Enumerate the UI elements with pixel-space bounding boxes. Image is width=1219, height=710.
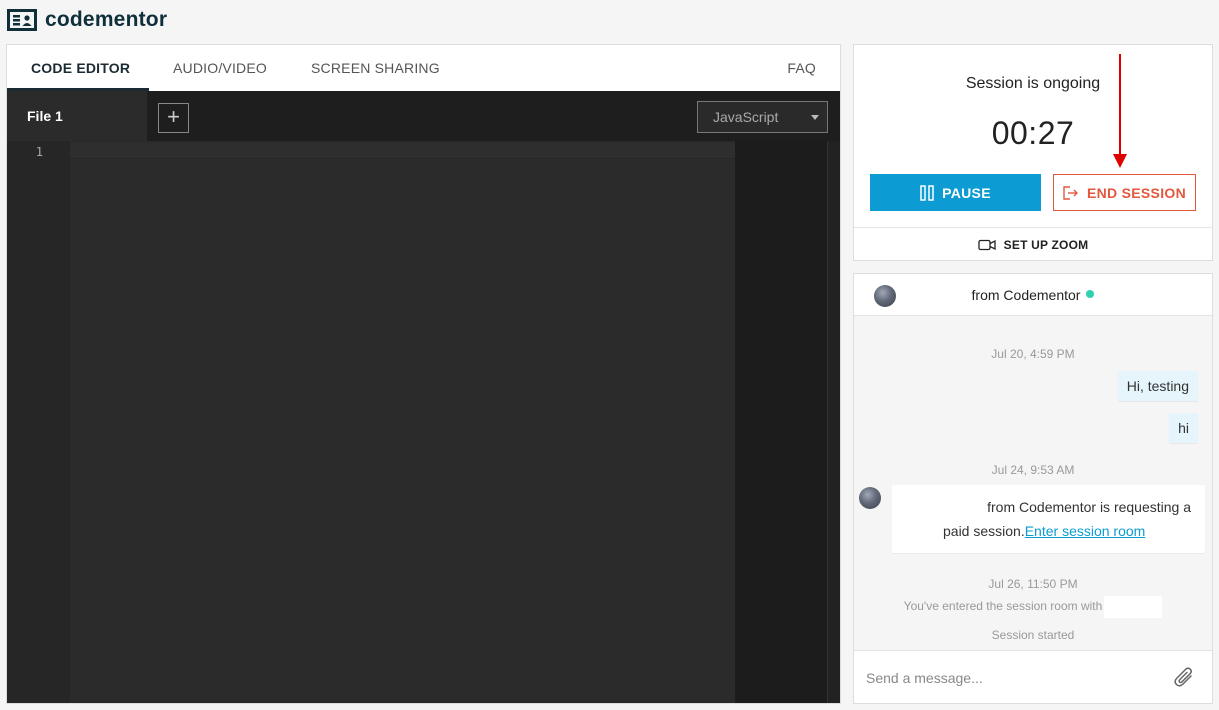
video-camera-icon	[978, 239, 996, 250]
file-tab[interactable]: File 1	[7, 91, 147, 141]
outgoing-message: hi	[1169, 413, 1198, 443]
editor-margin	[735, 141, 827, 703]
message-input[interactable]	[866, 665, 1156, 691]
tab-audio-video[interactable]: AUDIO/VIDEO	[173, 45, 267, 91]
setup-zoom-button[interactable]: SET UP ZOOM	[854, 227, 1212, 261]
editor-toolbar: File 1 + JavaScript	[7, 91, 840, 141]
tab-bar: CODE EDITOR AUDIO/VIDEO SCREEN SHARING F…	[7, 45, 840, 91]
chat-header: from Codementor	[854, 274, 1212, 316]
incoming-message: from Codementor is requesting a paid ses…	[892, 485, 1205, 553]
pause-label: PAUSE	[942, 184, 991, 201]
avatar[interactable]	[859, 487, 881, 509]
annotation-arrow-icon	[1113, 54, 1127, 168]
redacted-name	[1104, 596, 1163, 618]
add-file-button[interactable]: +	[158, 103, 189, 133]
tab-code-editor[interactable]: CODE EDITOR	[31, 45, 130, 91]
request-text: from Codementor is requesting a	[987, 499, 1191, 515]
system-message: Session started	[991, 628, 1075, 642]
system-message: You've entered the session room with	[854, 596, 1212, 618]
end-session-button[interactable]: END SESSION	[1053, 174, 1196, 211]
code-editor: 1	[7, 141, 840, 703]
message-timestamp: Jul 26, 11:50 PM	[988, 577, 1078, 591]
online-status-icon	[1086, 290, 1095, 299]
end-session-label: END SESSION	[1087, 184, 1186, 201]
message-timestamp: Jul 20, 4:59 PM	[991, 347, 1075, 361]
language-select[interactable]: JavaScript	[697, 101, 828, 133]
code-input-area[interactable]	[70, 141, 735, 703]
paperclip-icon[interactable]	[1172, 665, 1196, 689]
pause-button[interactable]: PAUSE	[870, 174, 1041, 211]
session-timer: 00:27	[991, 115, 1075, 151]
pause-icon	[920, 184, 934, 201]
tab-screen-sharing[interactable]: SCREEN SHARING	[311, 45, 440, 91]
tab-faq[interactable]: FAQ	[787, 45, 816, 91]
chat-title-text: from Codementor	[971, 287, 1081, 303]
request-text-2: paid session.	[943, 523, 1025, 539]
chat-panel: from Codementor Jul 20, 4:59 PM Hi, test…	[853, 273, 1213, 704]
app-header: codementor	[0, 0, 1219, 40]
line-gutter: 1	[7, 141, 70, 703]
chat-messages[interactable]: Jul 20, 4:59 PM Hi, testing hi Jul 24, 9…	[854, 316, 1212, 650]
brand-name: codementor	[45, 8, 168, 31]
outgoing-message: Hi, testing	[1117, 371, 1198, 401]
session-status: Session is ongoing	[965, 75, 1101, 92]
setup-zoom-label: SET UP ZOOM	[1003, 237, 1089, 252]
language-select-value: JavaScript	[713, 109, 779, 125]
editor-panel: CODE EDITOR AUDIO/VIDEO SCREEN SHARING F…	[6, 44, 841, 704]
logo[interactable]: codementor	[7, 8, 167, 32]
message-timestamp: Jul 24, 9:53 AM	[991, 463, 1075, 477]
exit-icon	[1063, 185, 1078, 200]
editor-scrollbar[interactable]	[827, 141, 840, 703]
session-card: Session is ongoing 00:27 PAUSE END SESSI…	[853, 44, 1213, 261]
chat-title: from Codementor	[854, 287, 1212, 303]
chat-composer	[854, 650, 1212, 703]
active-line-highlight	[70, 143, 735, 159]
caret-down-icon	[811, 115, 819, 120]
enter-session-room-link[interactable]: Enter session room	[1025, 523, 1146, 539]
system-entered-text: You've entered the session room with	[903, 599, 1103, 614]
logo-icon	[7, 9, 37, 31]
line-number: 1	[35, 145, 43, 159]
